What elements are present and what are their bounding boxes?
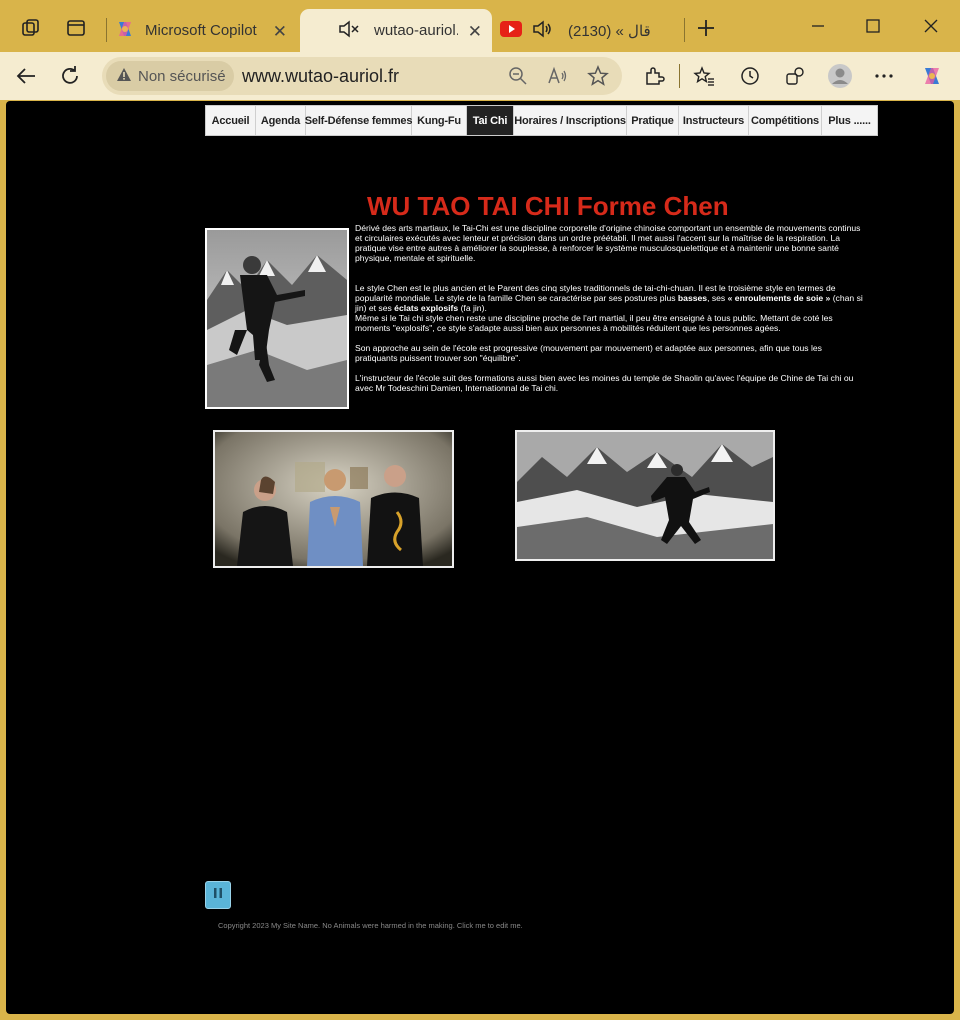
photo-tai-chi-mountain-posture bbox=[205, 228, 349, 409]
music-pause-button[interactable] bbox=[205, 881, 231, 909]
nav-competitions[interactable]: Compétitions bbox=[749, 106, 822, 135]
copilot-icon bbox=[115, 19, 135, 43]
youtube-icon bbox=[500, 20, 522, 41]
tab-youtube[interactable]: قال » (2130) bbox=[496, 9, 676, 52]
extensions-icon[interactable] bbox=[638, 60, 670, 92]
more-options-icon[interactable] bbox=[868, 60, 900, 92]
workspaces-icon[interactable] bbox=[13, 10, 49, 46]
nav-tai-chi[interactable]: Tai Chi bbox=[467, 106, 514, 135]
close-tab-icon[interactable]: ✕ bbox=[468, 22, 482, 42]
tab-title: wutao-auriol.fr bbox=[374, 22, 458, 39]
browser-tab-bar: Microsoft Copilot ✕ wutao-auriol.fr ✕ قا… bbox=[0, 0, 960, 52]
history-icon[interactable] bbox=[734, 60, 766, 92]
web-page: Accueil Agenda Self-Défense femmes Kung-… bbox=[6, 101, 954, 1014]
nav-agenda[interactable]: Agenda bbox=[256, 106, 306, 135]
photo-instructors-group bbox=[213, 430, 454, 568]
nav-self-defense[interactable]: Self-Défense femmes bbox=[305, 106, 412, 135]
url-text[interactable]: www.wutao-auriol.fr bbox=[242, 66, 399, 87]
tab-copilot[interactable]: Microsoft Copilot ✕ bbox=[113, 9, 297, 52]
copilot-sidebar-icon[interactable] bbox=[916, 60, 948, 92]
collections-icon[interactable] bbox=[779, 60, 811, 92]
photo-tai-chi-mountain-wide bbox=[515, 430, 775, 561]
close-window-icon[interactable] bbox=[908, 10, 954, 42]
nav-kung-fu[interactable]: Kung-Fu bbox=[412, 106, 467, 135]
close-tab-icon[interactable]: ✕ bbox=[273, 22, 287, 42]
tab-actions-icon[interactable] bbox=[58, 10, 94, 46]
favorites-icon[interactable] bbox=[688, 60, 720, 92]
security-label: Non sécurisé bbox=[138, 67, 226, 85]
tab-title: قال » (2130) bbox=[568, 22, 651, 40]
paragraph-public: Même si le Tai chi style chen reste une … bbox=[355, 313, 833, 333]
paragraph-intro: Dérivé des arts martiaux, le Tai-Chi est… bbox=[355, 223, 861, 263]
minimize-icon[interactable] bbox=[795, 10, 841, 42]
zoom-icon[interactable] bbox=[502, 60, 534, 92]
paragraph-chen-style: Le style Chen est le plus ancien et le P… bbox=[355, 283, 863, 313]
address-bar[interactable]: Non sécurisé www.wutao-auriol.fr bbox=[102, 57, 622, 95]
tab-title: Microsoft Copilot bbox=[145, 22, 257, 39]
favorite-star-icon[interactable] bbox=[582, 60, 614, 92]
warning-icon bbox=[116, 67, 132, 86]
new-tab-icon[interactable] bbox=[688, 10, 724, 46]
maximize-icon[interactable] bbox=[850, 10, 896, 42]
security-indicator[interactable]: Non sécurisé bbox=[106, 61, 234, 91]
footer-copyright[interactable]: Copyright 2023 My Site Name. No Animals … bbox=[218, 921, 523, 930]
nav-pratique[interactable]: Pratique bbox=[627, 106, 679, 135]
site-navigation: Accueil Agenda Self-Défense femmes Kung-… bbox=[205, 105, 878, 136]
speaker-icon[interactable] bbox=[532, 19, 554, 43]
muted-speaker-icon[interactable] bbox=[338, 19, 360, 43]
browser-toolbar: Non sécurisé www.wutao-auriol.fr bbox=[0, 52, 960, 100]
read-aloud-icon[interactable] bbox=[542, 60, 574, 92]
paragraph-instructor: L'instructeur de l'école suit des format… bbox=[355, 373, 854, 393]
nav-plus[interactable]: Plus ...... bbox=[822, 106, 877, 135]
pause-icon bbox=[213, 886, 223, 904]
nav-instructeurs[interactable]: Instructeurs bbox=[679, 106, 749, 135]
profile-avatar-icon[interactable] bbox=[824, 60, 856, 92]
tai-chi-description: Dérivé des arts martiaux, le Tai-Chi est… bbox=[355, 223, 865, 403]
refresh-icon[interactable] bbox=[54, 60, 86, 92]
back-icon[interactable] bbox=[10, 60, 42, 92]
nav-horaires[interactable]: Horaires / Inscriptions bbox=[514, 106, 627, 135]
page-title: WU TAO TAI CHI Forme Chen bbox=[367, 191, 729, 221]
tab-wutao[interactable]: wutao-auriol.fr ✕ bbox=[300, 9, 492, 52]
paragraph-approach: Son approche au sein de l'école est prog… bbox=[355, 343, 822, 363]
nav-accueil[interactable]: Accueil bbox=[206, 106, 256, 135]
